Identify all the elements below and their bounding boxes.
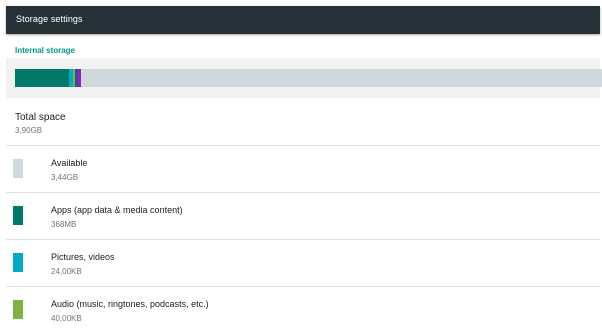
storage-item-value: 24,00KB bbox=[51, 267, 82, 276]
storage-usage-bar bbox=[15, 69, 602, 87]
storage-item-label: Available bbox=[51, 158, 88, 168]
color-swatch bbox=[13, 206, 23, 225]
storage-bar-segment-apps bbox=[15, 69, 69, 87]
storage-item-pictures-videos[interactable]: Pictures, videos 24,00KB bbox=[6, 239, 600, 286]
color-swatch bbox=[13, 159, 23, 178]
storage-item-label: Pictures, videos bbox=[51, 252, 115, 262]
storage-item-audio[interactable]: Audio (music, ringtones, podcasts, etc.)… bbox=[6, 286, 600, 333]
total-space-label: Total space bbox=[15, 112, 66, 123]
storage-item-value: 3,44GB bbox=[51, 173, 79, 182]
storage-category-list: Available 3,44GB Apps (app data & media … bbox=[6, 145, 600, 333]
color-swatch bbox=[13, 300, 23, 319]
storage-bar-segment-misc bbox=[77, 69, 81, 87]
section-header-internal-storage: Internal storage bbox=[15, 46, 76, 55]
color-swatch bbox=[13, 253, 23, 272]
storage-usage-panel bbox=[6, 58, 602, 98]
storage-item-value: 368MB bbox=[51, 220, 77, 229]
total-space-row: Total space 3,90GB bbox=[6, 100, 600, 146]
total-space-value: 3,90GB bbox=[15, 126, 43, 135]
storage-item-value: 40,00KB bbox=[51, 314, 82, 323]
app-bar: Storage settings bbox=[6, 6, 600, 34]
page-title: Storage settings bbox=[16, 14, 83, 24]
storage-item-label: Apps (app data & media content) bbox=[51, 205, 183, 215]
storage-item-apps[interactable]: Apps (app data & media content) 368MB bbox=[6, 192, 600, 239]
storage-item-available[interactable]: Available 3,44GB bbox=[6, 145, 600, 192]
storage-item-label: Audio (music, ringtones, podcasts, etc.) bbox=[51, 299, 209, 309]
